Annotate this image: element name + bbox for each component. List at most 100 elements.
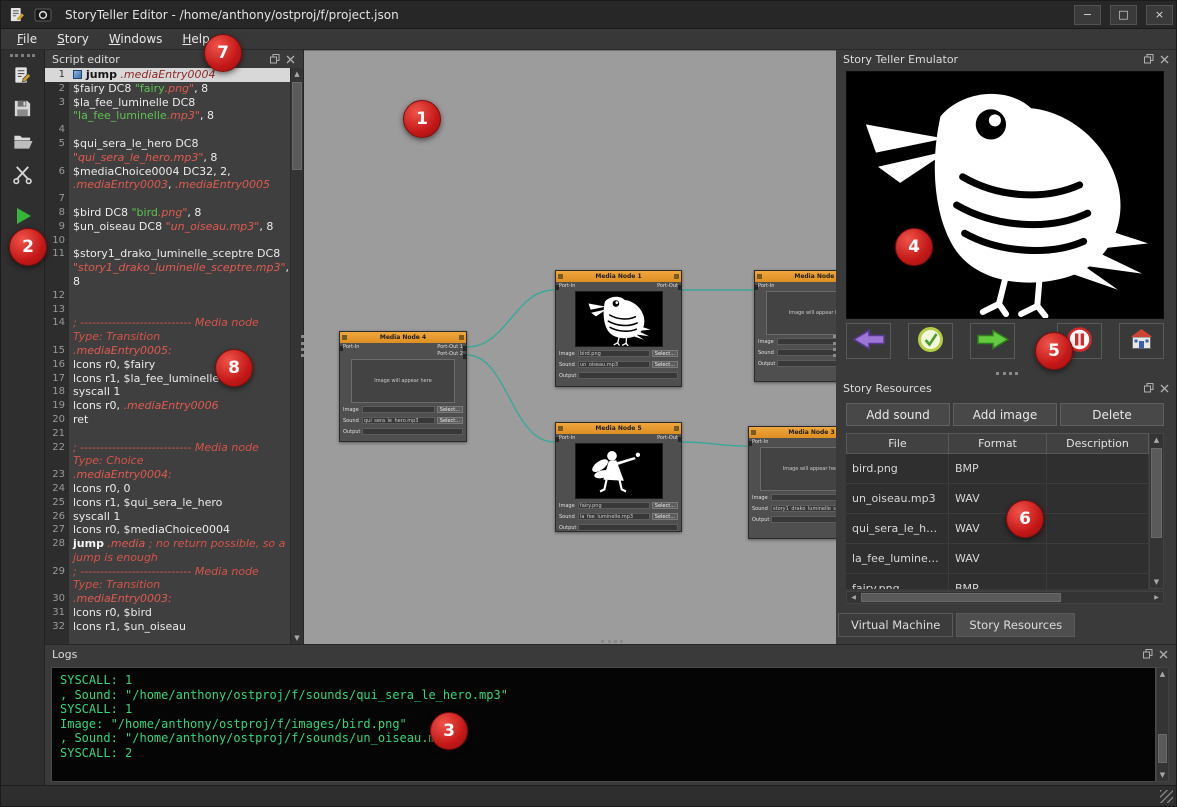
table-vertical-scrollbar[interactable]: ▲ ▼ [1149, 433, 1164, 589]
splitter-canvas-logs[interactable] [601, 640, 623, 643]
select-button[interactable]: Select... [652, 361, 678, 368]
column-header[interactable]: Format [949, 433, 1047, 454]
node-canvas[interactable]: Media Node 4Port-InPort-Out 1Port-Out 2I… [304, 50, 836, 644]
table-row[interactable]: bird.pngBMP [846, 454, 1149, 484]
node-title[interactable]: Media Node 5 [556, 423, 681, 434]
save-button[interactable] [8, 96, 38, 124]
node-row-value[interactable] [777, 349, 836, 356]
node-title[interactable]: Media Node 3 [749, 427, 836, 438]
node-row-value[interactable] [771, 494, 836, 501]
node-row-value[interactable]: story1_drako_luminelle_sceptre.mp3 [771, 505, 836, 512]
scroll-right-icon[interactable]: ▶ [1150, 592, 1163, 603]
title-bar[interactable]: StoryTeller Editor - /home/anthony/ostpr… [1, 1, 1176, 29]
next-button[interactable] [970, 323, 1015, 359]
node-row-value[interactable]: un_oiseau.mp3 [578, 361, 650, 368]
float-panel-icon[interactable] [1142, 649, 1153, 660]
table-row[interactable]: la_fee_lumine…WAV [846, 544, 1149, 574]
splitter-script-canvas[interactable] [301, 335, 304, 357]
node-row-value[interactable] [362, 428, 463, 435]
port-in-pin[interactable] [555, 285, 559, 290]
node-row-value[interactable] [777, 338, 836, 345]
scroll-up-icon[interactable]: ▲ [1150, 434, 1163, 446]
select-button[interactable]: Select... [652, 350, 678, 357]
node-title[interactable]: Media Node 1 [556, 271, 681, 282]
node-row-value[interactable] [362, 406, 435, 413]
table-row[interactable]: un_oiseau.mp3WAV [846, 484, 1149, 514]
node-title[interactable]: Media Node 4 [340, 332, 466, 343]
scrollbar-thumb[interactable] [292, 82, 302, 170]
delete-button[interactable]: Delete [1060, 403, 1164, 426]
node-row-value[interactable] [578, 524, 678, 531]
port-in-pin[interactable] [754, 285, 758, 290]
select-button[interactable]: Select... [652, 513, 678, 520]
node-row-value[interactable] [578, 372, 678, 379]
minimize-button[interactable]: − [1074, 5, 1101, 25]
resources-table[interactable]: FileFormatDescription bird.pngBMPun_oise… [846, 433, 1149, 589]
logs-output[interactable]: SYSCALL: 1, Sound: "/home/anthony/ostpro… [51, 667, 1156, 782]
close-panel-icon[interactable] [285, 54, 296, 65]
node-row-value[interactable] [777, 360, 836, 367]
script-editor-content[interactable]: 1jump .mediaEntry00042$fairy DC8 "fairy.… [45, 68, 290, 644]
port-in-pin[interactable] [555, 437, 559, 442]
select-button[interactable]: Select... [437, 417, 463, 424]
column-header[interactable]: Description [1047, 433, 1149, 454]
media-node[interactable]: Media Node 1Port-InPort-OutImagebird.png… [555, 270, 682, 387]
scroll-up-icon[interactable]: ▲ [291, 68, 303, 80]
select-button[interactable]: Select... [652, 502, 678, 509]
media-node[interactable]: Media Node 3Port-InImage will appear her… [748, 426, 836, 539]
close-panel-icon[interactable] [1159, 383, 1170, 394]
maximize-button[interactable]: □ [1110, 5, 1137, 25]
float-panel-icon[interactable] [1143, 383, 1154, 394]
scroll-down-icon[interactable]: ▼ [1150, 576, 1163, 588]
splitter-canvas-right[interactable] [833, 335, 836, 357]
scrollbar-thumb[interactable] [1158, 734, 1167, 763]
table-horizontal-scrollbar[interactable]: ◀ ▶ [846, 591, 1164, 604]
tab-story-resources[interactable]: Story Resources [956, 613, 1075, 637]
port-out-pin[interactable] [678, 437, 682, 442]
splitter-emulator-resources[interactable] [996, 372, 1018, 375]
resize-grip[interactable] [1160, 790, 1173, 803]
scroll-down-icon[interactable]: ▼ [291, 632, 303, 644]
close-button[interactable]: × [1146, 5, 1173, 25]
port-out-pin[interactable] [463, 346, 467, 351]
media-node[interactable]: Media Node 5Port-InPort-OutImagefairy.pn… [555, 422, 682, 532]
new-script-button[interactable] [8, 63, 38, 91]
port-out-pin[interactable] [463, 354, 467, 359]
node-row-value[interactable]: la_fee_luminelle.mp3 [578, 513, 650, 520]
column-header[interactable]: File [846, 433, 949, 454]
media-node[interactable]: Media Node 2Port-InImage will appear her… [754, 270, 836, 382]
scroll-down-icon[interactable]: ▼ [1157, 769, 1168, 781]
menu-item-windows[interactable]: Windows [99, 30, 173, 48]
node-row-value[interactable]: bird.png [578, 350, 650, 357]
table-row[interactable]: fairy.pngBMP [846, 574, 1149, 589]
close-panel-icon[interactable] [1159, 54, 1170, 65]
menu-item-story[interactable]: Story [47, 30, 99, 48]
tab-virtual-machine[interactable]: Virtual Machine [838, 613, 953, 637]
accept-button[interactable] [908, 323, 953, 359]
node-row-value[interactable] [771, 516, 836, 523]
home-button[interactable] [1119, 323, 1164, 359]
node-row-value[interactable]: qui_sera_le_hero.mp3 [362, 417, 435, 424]
menu-item-file[interactable]: File [7, 30, 47, 48]
scroll-up-icon[interactable]: ▲ [1157, 668, 1168, 680]
toolbar-grip[interactable] [10, 54, 35, 57]
scrollbar-thumb[interactable] [1151, 448, 1162, 538]
port-in-pin[interactable] [339, 346, 343, 351]
back-button[interactable] [846, 323, 891, 359]
float-panel-icon[interactable] [1143, 54, 1154, 65]
open-button[interactable] [8, 129, 38, 157]
close-panel-icon[interactable] [1158, 649, 1169, 660]
node-title[interactable]: Media Node 2 [755, 271, 836, 282]
node-row-value[interactable]: fairy.png [578, 502, 650, 509]
scrollbar-thumb[interactable] [861, 593, 1061, 602]
logs-scrollbar[interactable]: ▲ ▼ [1156, 667, 1169, 782]
media-node[interactable]: Media Node 4Port-InPort-Out 1Port-Out 2I… [339, 331, 467, 442]
add-image-button[interactable]: Add image [953, 403, 1057, 426]
float-panel-icon[interactable] [269, 54, 280, 65]
cut-button[interactable] [8, 162, 38, 190]
select-button[interactable]: Select... [437, 406, 463, 413]
add-sound-button[interactable]: Add sound [846, 403, 950, 426]
scroll-left-icon[interactable]: ◀ [847, 592, 860, 603]
table-row[interactable]: qui_sera_le_h…WAV [846, 514, 1149, 544]
port-in-pin[interactable] [748, 441, 752, 446]
